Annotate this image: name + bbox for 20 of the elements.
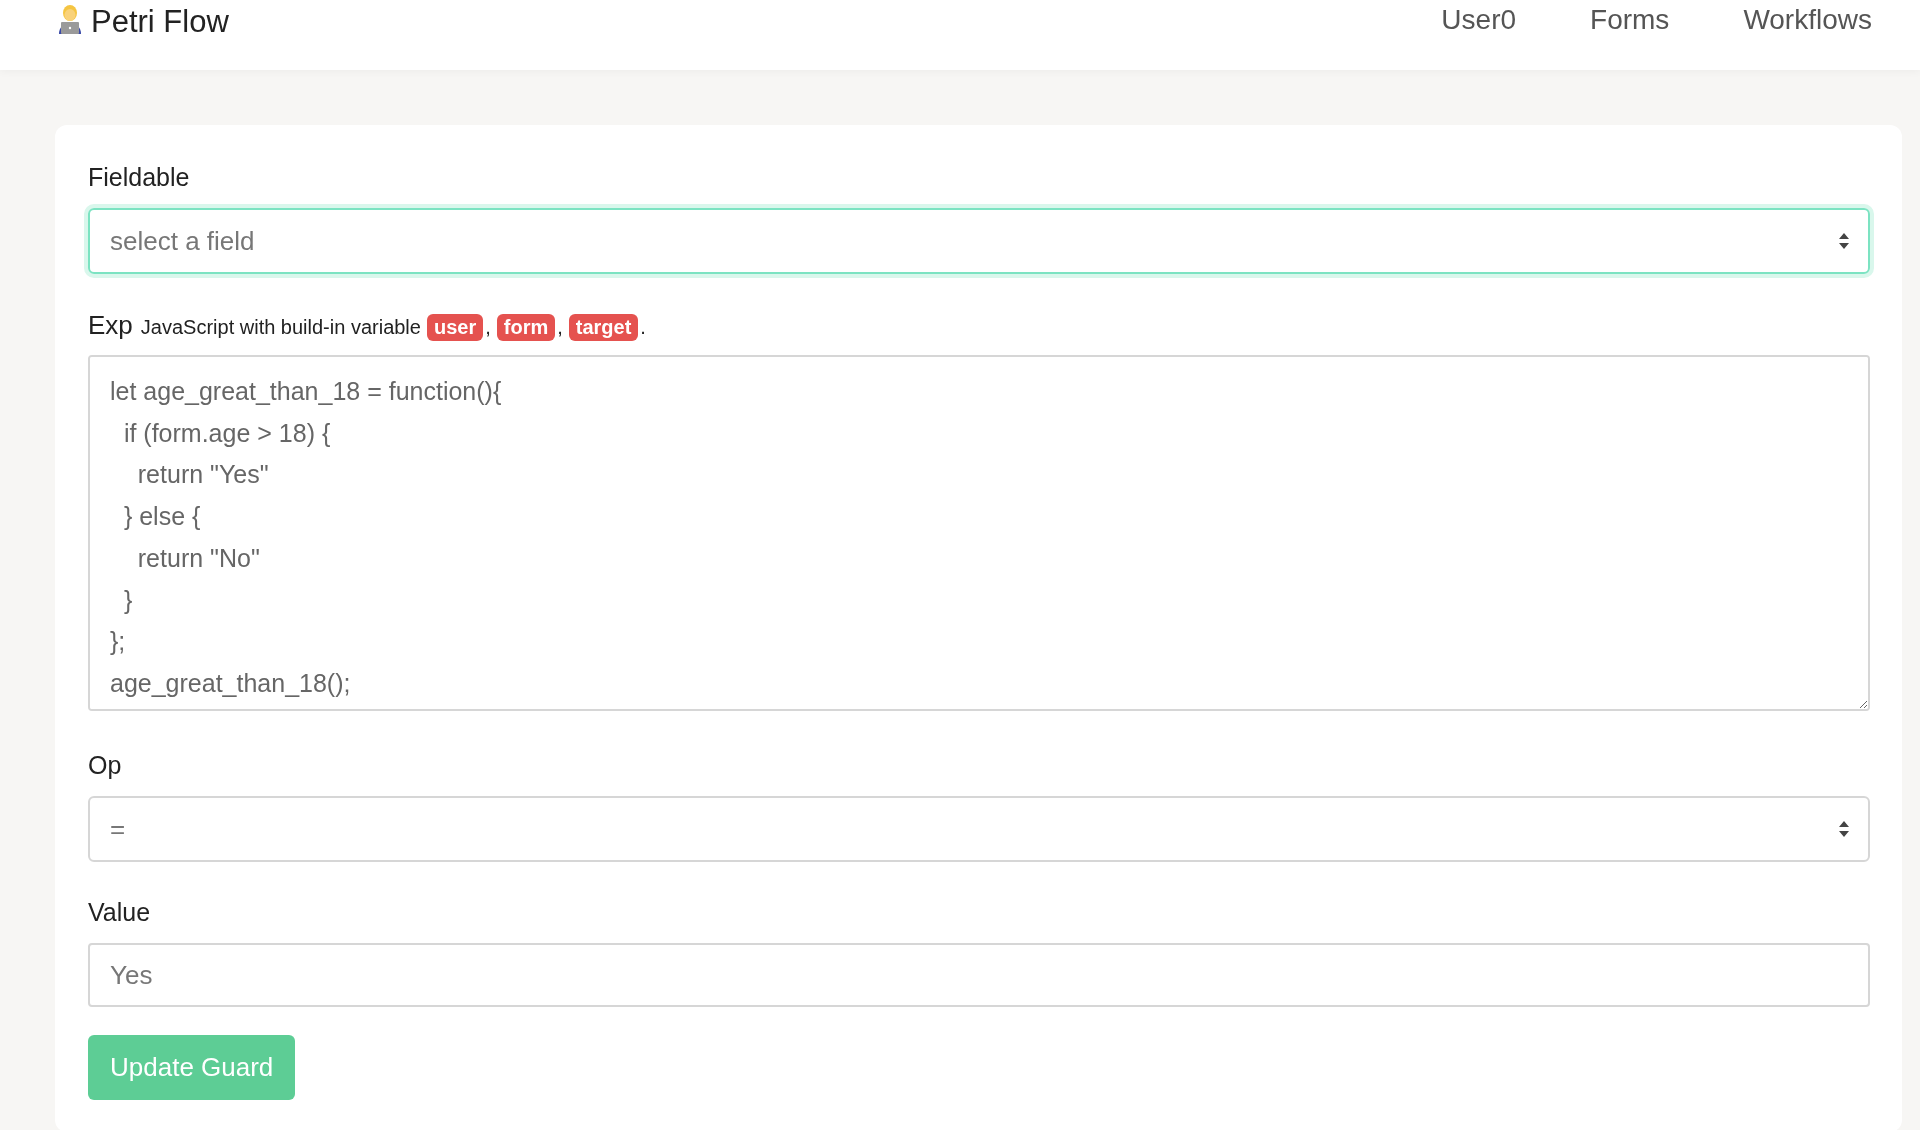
punctuation: . [640,316,646,339]
operator-select[interactable]: = [88,796,1870,862]
field-label: Value [88,898,152,927]
nav-link[interactable]: User0 [1441,4,1517,36]
value-input[interactable]: Yes [88,943,1870,1007]
variable-tag: form [496,314,556,341]
punctuation: , [557,316,563,339]
nav-link[interactable]: Workflows [1743,4,1872,36]
hint-text: JavaScript with build-in variable [140,316,421,339]
punctuation: , [485,316,491,339]
field-label: Fieldable [88,163,191,192]
nav-link[interactable]: Forms [1590,4,1670,36]
sort-arrows-icon [1838,820,1850,838]
variable-tag: user [426,314,484,341]
brand-link[interactable]: Petri Flow [91,4,229,40]
field-label: Exp [88,310,133,341]
variable-tag: target [568,314,639,341]
sort-arrows-icon [1838,232,1850,250]
field-label: Op [88,751,123,780]
code-textarea[interactable]: let age_great_than_18 = function(){ if (form.age > 18) { return "Yes" } else { return "No" } }; age_great_than_18(); [88,355,1870,711]
